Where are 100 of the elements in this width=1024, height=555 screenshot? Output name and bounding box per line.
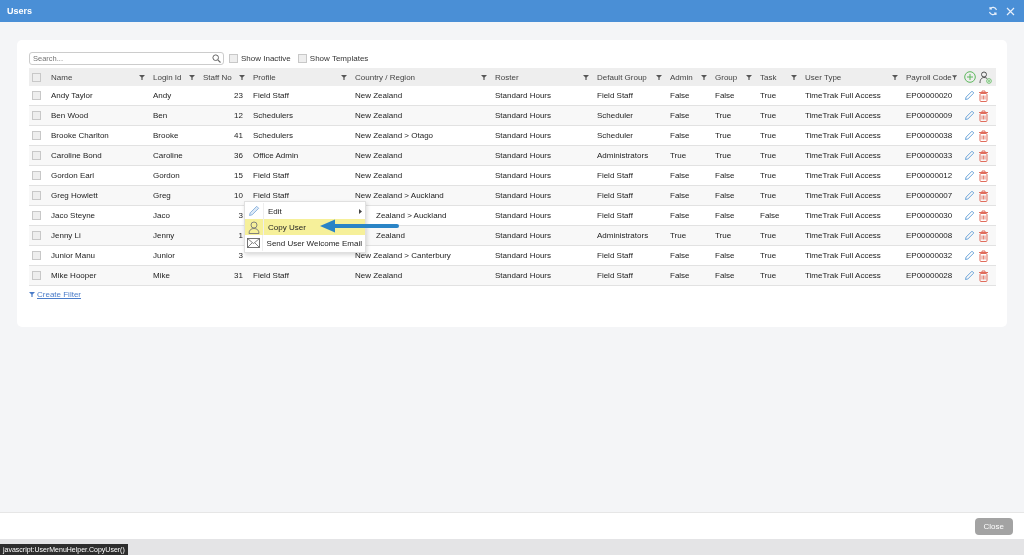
table-cell: True <box>715 151 732 160</box>
column-header[interactable]: User Type <box>805 72 842 82</box>
table-cell: False <box>715 211 735 220</box>
filter-icon[interactable] <box>951 74 957 80</box>
column-header[interactable]: Login Id <box>153 72 182 82</box>
delete-icon[interactable] <box>978 109 989 122</box>
create-filter-link[interactable]: Create Filter <box>37 290 81 299</box>
table-cell: TimeTrak Full Access <box>805 231 881 240</box>
table-cell: Standard Hours <box>495 171 552 180</box>
table-cell: True <box>760 91 777 100</box>
filter-icon[interactable] <box>656 74 662 80</box>
table-cell: False <box>670 131 690 140</box>
filter-icon[interactable] <box>481 74 487 80</box>
add-icon[interactable] <box>964 71 976 83</box>
search-icon[interactable] <box>212 54 221 63</box>
select-all-checkbox[interactable] <box>32 72 41 82</box>
row-checkbox[interactable] <box>32 111 41 120</box>
checkbox[interactable] <box>229 54 238 63</box>
row-checkbox[interactable] <box>32 151 41 160</box>
menu-item[interactable]: Send User Welcome Email <box>245 235 365 251</box>
column-header[interactable]: Roster <box>495 72 519 82</box>
delete-icon[interactable] <box>978 189 989 202</box>
table-cell: False <box>670 91 690 100</box>
delete-icon[interactable] <box>978 149 989 162</box>
table-cell: Field Staff <box>253 271 289 280</box>
filter-icon[interactable] <box>791 74 797 80</box>
edit-icon[interactable] <box>964 250 975 261</box>
edit-icon[interactable] <box>964 150 975 161</box>
table-cell: TimeTrak Full Access <box>805 191 881 200</box>
close-icon[interactable] <box>1006 6 1015 16</box>
table-cell: Jenny <box>153 231 175 240</box>
edit-icon[interactable] <box>964 270 975 281</box>
table-cell: Standard Hours <box>495 191 552 200</box>
table-cell: Standard Hours <box>495 271 552 280</box>
filter-icon[interactable] <box>701 74 707 80</box>
filter-icon[interactable] <box>341 74 347 80</box>
edit-icon[interactable] <box>964 130 975 141</box>
table-cell: Standard Hours <box>495 111 552 120</box>
table-cell: False <box>670 191 690 200</box>
edit-icon[interactable] <box>964 170 975 181</box>
add-user-icon[interactable] <box>979 70 992 84</box>
edit-icon[interactable] <box>964 110 975 121</box>
table-cell: New Zealand <box>355 91 403 100</box>
filter-icon[interactable] <box>139 74 145 80</box>
edit-icon[interactable] <box>964 190 975 201</box>
table-cell: True <box>760 251 777 260</box>
edit-icon[interactable] <box>964 230 975 241</box>
table-cell: Field Staff <box>597 271 633 280</box>
filter-icon[interactable] <box>746 74 752 80</box>
row-checkbox[interactable] <box>32 271 41 280</box>
column-header[interactable]: Country / Region <box>355 72 416 82</box>
table-cell: False <box>670 111 690 120</box>
table-cell: 3 <box>238 211 243 220</box>
checkbox[interactable] <box>297 54 307 63</box>
row-checkbox[interactable] <box>32 251 41 260</box>
table-cell: Administrators <box>597 231 649 240</box>
column-header[interactable]: Task <box>760 72 777 82</box>
table-cell: Jaco Steyne <box>51 211 96 220</box>
table-cell: True <box>760 191 777 200</box>
delete-icon[interactable] <box>978 229 989 242</box>
table-cell: Zealand > Auckland <box>376 211 447 220</box>
filter-icon <box>29 292 35 297</box>
column-header[interactable]: Profile <box>253 72 276 82</box>
filter-icon[interactable] <box>239 74 245 80</box>
table-cell: EP00000020 <box>906 91 953 100</box>
row-checkbox[interactable] <box>32 231 41 240</box>
table-cell: EP00000032 <box>906 251 953 260</box>
row-checkbox[interactable] <box>32 191 41 200</box>
table-cell: False <box>715 171 735 180</box>
delete-icon[interactable] <box>978 269 989 282</box>
delete-icon[interactable] <box>978 89 989 102</box>
row-checkbox[interactable] <box>32 91 41 100</box>
refresh-icon[interactable] <box>988 6 998 16</box>
table-cell: 1 <box>238 231 243 240</box>
table-cell: TimeTrak Full Access <box>805 271 881 280</box>
filter-icon[interactable] <box>583 74 589 80</box>
delete-icon[interactable] <box>978 209 989 222</box>
delete-icon[interactable] <box>978 129 989 142</box>
column-header[interactable]: Admin <box>670 72 693 82</box>
table-cell: EP00000007 <box>906 191 953 200</box>
row-checkbox[interactable] <box>32 131 41 140</box>
edit-icon[interactable] <box>964 90 975 101</box>
column-header[interactable]: Name <box>51 72 73 82</box>
person-icon <box>248 220 260 234</box>
delete-icon[interactable] <box>978 169 989 182</box>
column-header[interactable]: Payroll Code <box>906 72 952 82</box>
edit-icon[interactable] <box>964 210 975 221</box>
table-cell: Brooke Charlton <box>51 131 109 140</box>
table-cell: New Zealand <box>355 271 403 280</box>
table-cell: TimeTrak Full Access <box>805 151 881 160</box>
row-checkbox[interactable] <box>32 211 41 220</box>
column-header[interactable]: Group <box>715 72 738 82</box>
delete-icon[interactable] <box>978 249 989 262</box>
table-cell: TimeTrak Full Access <box>805 211 881 220</box>
table-cell: False <box>670 251 690 260</box>
column-header[interactable]: Staff No <box>203 72 232 82</box>
row-checkbox[interactable] <box>32 171 41 180</box>
filter-icon[interactable] <box>892 74 898 80</box>
filter-icon[interactable] <box>189 74 195 80</box>
column-header[interactable]: Default Group <box>597 72 647 82</box>
